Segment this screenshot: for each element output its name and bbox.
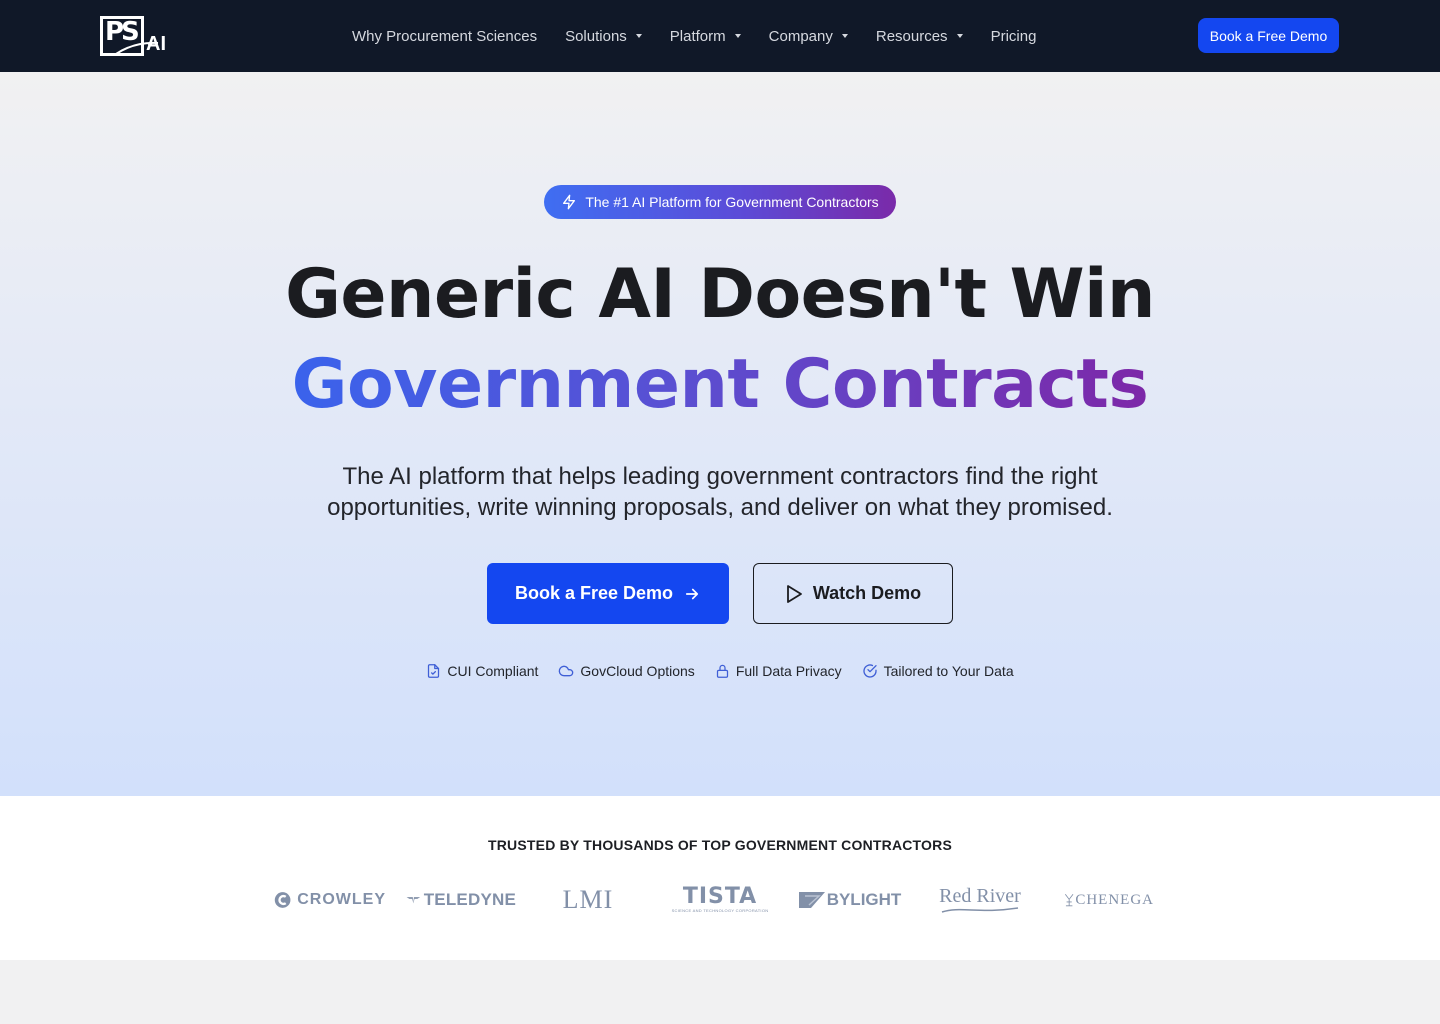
logo-red-river: Red River	[938, 880, 1022, 920]
caret-down-icon	[635, 34, 642, 38]
file-check-icon	[428, 664, 440, 678]
cloud-icon	[559, 665, 574, 677]
nav-link-label: Company	[768, 27, 833, 45]
nav-link-label: Resources	[875, 27, 948, 45]
crowley-mark-icon	[274, 892, 291, 908]
logo-text: BYLIGHT	[826, 890, 902, 909]
trusted-by-section: TRUSTED BY THOUSANDS OF TOP GOVERNMENT C…	[0, 796, 1440, 960]
river-wave-icon	[941, 907, 1019, 913]
feature-label: GovCloud Options	[580, 663, 695, 679]
nav-link-pricing[interactable]: Pricing	[991, 28, 1037, 45]
feature-label: CUI Compliant	[447, 663, 539, 679]
arrow-right-icon	[685, 588, 699, 599]
nav-link-label: Pricing	[990, 27, 1037, 45]
button-label: Book a Free Demo	[514, 583, 674, 603]
top-navbar: PS AI Why Procurement Sciences Solutions…	[0, 0, 1440, 72]
logo-text: Red River	[939, 885, 1021, 907]
logo-text: TISTA	[682, 884, 758, 909]
play-icon	[786, 584, 802, 603]
main-menu: Why Procurement Sciences Solutions Platf…	[352, 0, 1064, 72]
nav-link-platform[interactable]: Platform	[670, 28, 741, 45]
trusted-by-title: TRUSTED BY THOUSANDS OF TOP GOVERNMENT C…	[488, 837, 952, 853]
logo-bylight: BYLIGHT	[798, 880, 902, 920]
nav-link-label: Platform	[669, 27, 726, 45]
caret-down-icon	[956, 34, 963, 38]
caret-down-icon	[734, 34, 741, 38]
logo-text: LMI	[562, 885, 614, 914]
feature-label: Tailored to Your Data	[883, 663, 1014, 679]
logo-text: TELEDYNE	[423, 890, 516, 909]
hero-watch-demo-button[interactable]: Watch Demo	[753, 563, 953, 624]
nav-link-label: Solutions	[565, 27, 627, 45]
logo-lmi: LMI	[556, 880, 620, 920]
hero-subheadline: The AI platform that helps leading gover…	[327, 463, 1113, 521]
logo-text: CHENEGA	[1075, 891, 1154, 908]
logo-teledyne: TELEDYNE	[406, 880, 516, 920]
feature-label: Full Data Privacy	[735, 663, 842, 679]
logo-suffix: AI	[146, 33, 166, 55]
nav-link-label: Why Procurement Sciences	[352, 27, 538, 45]
logo-crowley: CROWLEY	[274, 880, 386, 920]
feature-cui: CUI Compliant	[426, 663, 538, 679]
feature-tailored: Tailored to Your Data	[862, 663, 1014, 679]
hero-book-demo-button[interactable]: Book a Free Demo	[487, 563, 729, 624]
hero-badge: The #1 AI Platform for Government Contra…	[544, 185, 896, 219]
client-logos: CROWLEY TELEDYNE LMI TISTA SCIENCE AND T…	[0, 880, 1440, 920]
badge-text: The #1 AI Platform for Government Contra…	[585, 194, 879, 210]
logo-tista: TISTA SCIENCE AND TECHNOLOGY CORPORATION	[671, 880, 769, 920]
button-label: Watch Demo	[812, 583, 922, 603]
nav-link-company[interactable]: Company	[769, 28, 848, 45]
hero-headline-line1: Generic AI Doesn't Win	[285, 255, 1155, 334]
chenega-eagle-icon	[1064, 893, 1074, 907]
nav-link-solutions[interactable]: Solutions	[565, 28, 642, 45]
check-circle-icon	[862, 664, 877, 678]
hero-headline-line2: Government Contracts	[0, 344, 1440, 426]
bylight-mark-icon	[798, 892, 825, 908]
nav-link-resources[interactable]: Resources	[876, 28, 963, 45]
nav-link-why[interactable]: Why Procurement Sciences	[352, 28, 537, 45]
brand-logo[interactable]: PS AI	[100, 14, 182, 58]
logo-text: CROWLEY	[297, 891, 386, 908]
caret-down-icon	[841, 34, 848, 38]
teledyne-wings-icon	[406, 897, 421, 904]
logo-tagline: SCIENCE AND TECHNOLOGY CORPORATION	[671, 908, 769, 913]
feature-list: CUI Compliant GovCloud Options Full Data…	[0, 663, 1440, 679]
hero-section: The #1 AI Platform for Government Contra…	[0, 72, 1440, 796]
next-section-background	[0, 960, 1440, 1024]
logo-chenega: CHENEGA	[1064, 880, 1154, 920]
lock-icon	[716, 664, 728, 678]
feature-privacy: Full Data Privacy	[715, 663, 842, 679]
feature-govcloud: GovCloud Options	[558, 663, 695, 679]
nav-book-demo-button[interactable]: Book a Free Demo	[1198, 18, 1339, 53]
zap-icon	[563, 194, 576, 210]
hero-headline-gradient: Government Contracts	[291, 345, 1149, 424]
